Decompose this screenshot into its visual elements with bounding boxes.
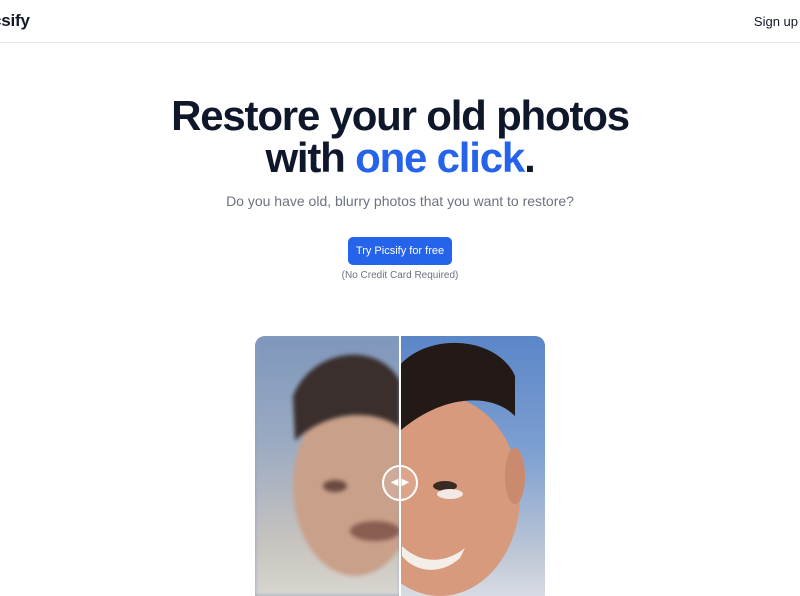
hero-title-line2-suffix: .	[524, 134, 536, 181]
before-face-illustration	[293, 354, 417, 576]
after-face-illustration	[360, 342, 525, 596]
after-image	[360, 336, 545, 596]
hero-title-line2-prefix: with	[265, 134, 356, 181]
hero-title: Restore your old photos with one click.	[0, 95, 800, 179]
sign-up-link[interactable]: Sign up	[754, 14, 798, 29]
comparison-slider-handle[interactable]: ◀ ▶	[382, 465, 418, 501]
before-after-comparison[interactable]: ◀ ▶	[255, 336, 545, 596]
hero-title-accent: one click	[355, 134, 525, 181]
before-image	[255, 336, 417, 596]
logo[interactable]: csify	[0, 11, 30, 31]
site-header: csify Sign up	[0, 0, 800, 43]
hero-title-line1: Restore your old photos	[171, 92, 630, 139]
chevron-left-icon: ◀	[390, 477, 399, 488]
try-free-button[interactable]: Try Picsify for free	[348, 237, 452, 265]
chevron-right-icon: ▶	[401, 477, 410, 488]
hero-subtitle: Do you have old, blurry photos that you …	[226, 193, 574, 209]
no-credit-card-note: (No Credit Card Required)	[341, 270, 459, 281]
